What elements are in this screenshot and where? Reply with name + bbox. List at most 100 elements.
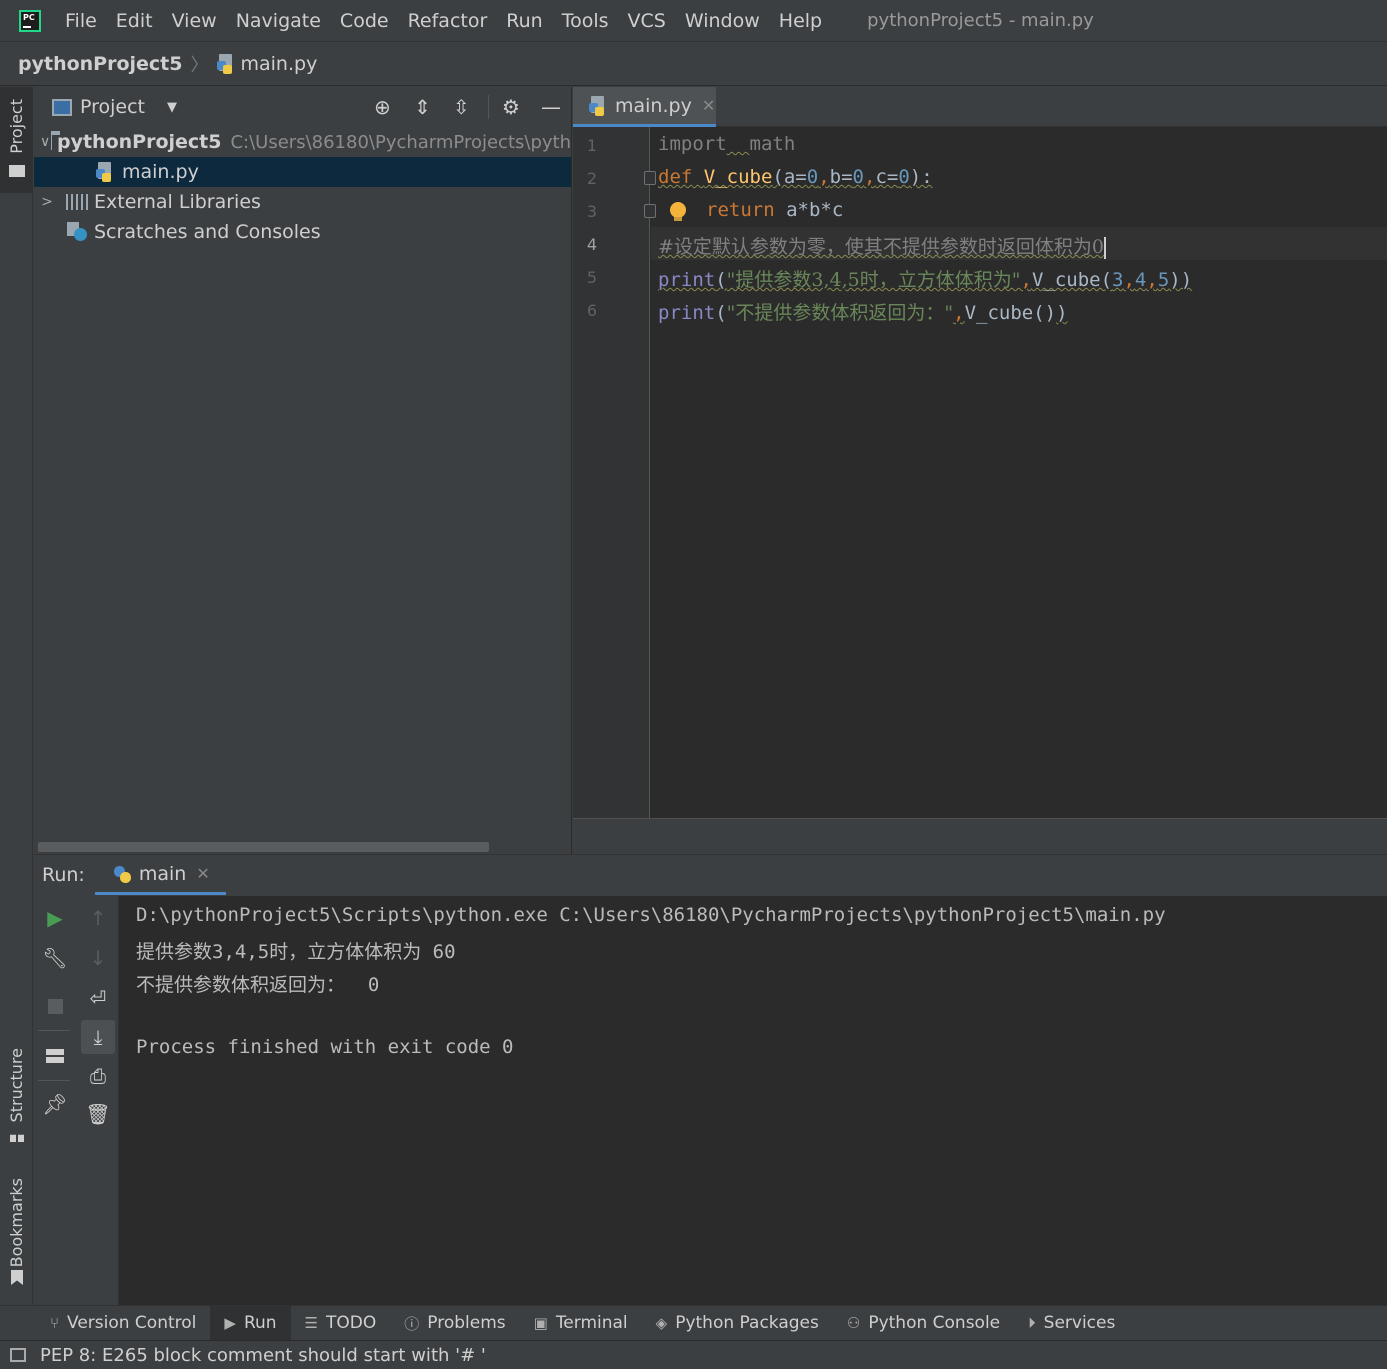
tree-item-scratches[interactable]: Scratches and Consoles	[34, 217, 571, 247]
project-panel-header: Project ▼ ⊕ ⇕ ⇳ ⚙ —	[34, 87, 571, 127]
run-tab-label: main	[138, 862, 187, 885]
menu-window[interactable]: Window	[685, 10, 760, 32]
gear-icon[interactable]: ⚙	[502, 95, 520, 119]
trash-icon[interactable]: 🗑︎	[84, 1100, 112, 1128]
tool-window-terminal[interactable]: ▣ Terminal	[520, 1306, 642, 1341]
arrow-up-icon[interactable]: ↑	[84, 904, 112, 932]
breadcrumb-project[interactable]: pythonProject5	[18, 53, 183, 75]
run-tab-main[interactable]: main ✕	[94, 855, 226, 895]
line-number: 2	[586, 169, 597, 188]
code-line-4: #设定默认参数为零，使其不提供参数时返回体积为0	[658, 236, 1107, 259]
menu-view[interactable]: View	[172, 10, 217, 32]
menu-code[interactable]: Code	[340, 10, 389, 32]
library-icon	[66, 194, 88, 210]
menu-tools[interactable]: Tools	[562, 10, 609, 32]
menu-vcs[interactable]: VCS	[628, 10, 666, 32]
tool-window-label: TODO	[326, 1313, 377, 1333]
run-toolbar-primary: ▶ 🔧︎ 📌︎	[34, 896, 76, 1306]
tool-window-problems[interactable]: ⓘ Problems	[390, 1306, 519, 1341]
tool-window-label: Terminal	[555, 1313, 628, 1333]
chevron-down-icon[interactable]: ▼	[167, 100, 177, 115]
tree-item-label: Scratches and Consoles	[94, 221, 321, 243]
tool-window-label: Python Console	[868, 1313, 1001, 1333]
arrow-down-icon[interactable]: ↓	[84, 944, 112, 972]
tab-main-py[interactable]: main.py ✕	[573, 87, 716, 127]
tree-item-label: main.py	[122, 161, 199, 183]
wrench-icon[interactable]: 🔧︎	[41, 944, 69, 972]
menu-run[interactable]: Run	[506, 10, 542, 32]
tool-window-run[interactable]: ▶ Run	[210, 1305, 291, 1341]
layout-icon[interactable]	[41, 1042, 69, 1070]
expand-all-icon[interactable]: ⇕	[414, 95, 431, 119]
menu-edit[interactable]: Edit	[116, 10, 153, 32]
code-editor[interactable]: 1 2 3 4 5 6 import math def V_cube(a=0,b…	[573, 127, 1387, 818]
run-panel: Run: main ✕ ▶ 🔧︎ 📌︎ ↑ ↓ ⏎ ⤓ ⎙ 🗑︎ D:\pyth…	[34, 854, 1387, 1306]
tree-item-main-py[interactable]: main.py	[34, 157, 571, 187]
close-icon[interactable]: ✕	[196, 864, 209, 883]
chevron-right-icon[interactable]: >	[40, 194, 54, 210]
branch-icon: ⑂	[50, 1314, 60, 1332]
tree-item-project-name: pythonProject5	[56, 131, 222, 153]
menu-refactor[interactable]: Refactor	[408, 10, 488, 32]
pin-icon[interactable]: 📌︎	[41, 1090, 69, 1118]
tool-window-python-console[interactable]: ⚇ Python Console	[833, 1306, 1014, 1341]
soft-wrap-icon[interactable]: ⏎	[84, 984, 112, 1012]
code-line-3: return a*b*c	[706, 199, 844, 221]
stop-icon[interactable]	[41, 992, 69, 1020]
python-file-icon	[216, 54, 235, 74]
print-icon[interactable]: ⎙	[84, 1062, 112, 1090]
fold-end-icon[interactable]	[644, 204, 656, 218]
console-line: D:\pythonProject5\Scripts\python.exe C:\…	[136, 904, 1166, 926]
line-number: 1	[586, 136, 597, 155]
editor-gutter: 1 2 3 4 5 6	[573, 127, 650, 818]
collapse-all-icon[interactable]: ⇳	[453, 95, 470, 119]
text-caret	[1104, 236, 1107, 259]
python-icon: ⚇	[846, 1314, 861, 1332]
horizontal-scrollbar[interactable]	[38, 842, 489, 852]
pycharm-logo-icon	[19, 9, 41, 32]
code-line-1: import math	[658, 133, 796, 155]
breadcrumb: pythonProject5 〉 main.py	[0, 43, 1387, 86]
tool-window-todo[interactable]: ☰ TODO	[291, 1306, 391, 1341]
line-number: 5	[586, 268, 597, 287]
console-line: Process finished with exit code 0	[136, 1036, 514, 1058]
toggle-tool-windows-icon[interactable]	[10, 1348, 26, 1362]
menu-file[interactable]: File	[65, 10, 97, 32]
scroll-to-end-icon[interactable]: ⤓	[81, 1020, 115, 1054]
folder-icon	[9, 165, 25, 177]
project-view-icon	[52, 98, 72, 116]
close-icon[interactable]: ✕	[702, 96, 715, 115]
menu-bar: File Edit View Navigate Code Refactor Ru…	[0, 0, 1387, 42]
console-line: 提供参数3,4,5时，立方体体积为 60	[136, 941, 456, 963]
locate-icon[interactable]: ⊕	[374, 95, 391, 119]
run-label: Run:	[42, 864, 85, 886]
stripe-structure-button[interactable]: Structure	[0, 1042, 33, 1152]
tree-item-label: External Libraries	[94, 191, 261, 213]
code-line-5: print("提供参数3,4,5时，立方体体积为",V_cube(3,4,5))	[658, 269, 1193, 291]
chevron-down-icon[interactable]: ∨	[40, 134, 50, 150]
menu-navigate[interactable]: Navigate	[236, 10, 321, 32]
project-view-selector[interactable]: Project	[80, 96, 145, 118]
stripe-bookmarks-button[interactable]: Bookmarks	[0, 1172, 33, 1292]
status-message: PEP 8: E265 block comment should start w…	[40, 1344, 486, 1366]
rerun-icon[interactable]: ▶	[41, 904, 69, 932]
fold-start-icon[interactable]	[644, 171, 656, 185]
breadcrumb-file[interactable]: main.py	[241, 53, 318, 75]
tree-item-project-path: C:\Users\86180\PycharmProjects\pyth	[230, 131, 571, 153]
stripe-project-label: Project	[7, 99, 26, 154]
tree-item-external-libraries[interactable]: > External Libraries	[34, 187, 571, 217]
menu-help[interactable]: Help	[779, 10, 822, 32]
tool-window-label: Python Packages	[675, 1313, 819, 1333]
stripe-project-button[interactable]: Project	[0, 87, 33, 193]
console-output[interactable]: D:\pythonProject5\Scripts\python.exe C:\…	[119, 896, 1387, 1306]
run-toolbar-secondary: ↑ ↓ ⏎ ⤓ ⎙ 🗑︎	[76, 896, 119, 1306]
hide-panel-icon[interactable]: —	[541, 95, 561, 119]
line-number: 3	[586, 202, 597, 221]
tool-window-services[interactable]: ⏵ Services	[1014, 1306, 1129, 1341]
tool-window-python-packages[interactable]: ◈ Python Packages	[642, 1306, 833, 1341]
lightbulb-icon[interactable]	[670, 202, 686, 221]
tool-window-version-control[interactable]: ⑂ Version Control	[36, 1306, 210, 1341]
python-icon	[113, 864, 131, 884]
tree-item-project-root[interactable]: ∨ pythonProject5 C:\Users\86180\PycharmP…	[34, 127, 571, 157]
project-panel: Project ▼ ⊕ ⇕ ⇳ ⚙ — ∨ pythonProject5 C:\…	[34, 87, 572, 854]
